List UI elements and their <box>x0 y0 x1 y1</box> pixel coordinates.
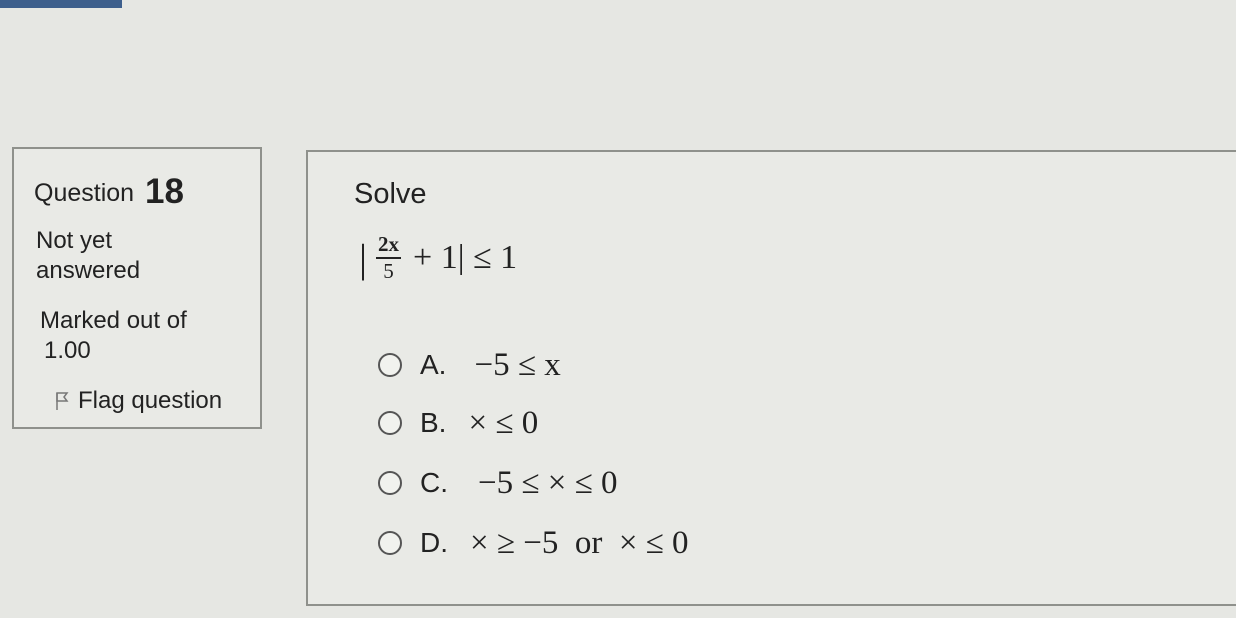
option-c[interactable]: C. −5 ≤ × ≤ 0 <box>378 463 617 503</box>
option-c-letter: C. <box>420 467 448 498</box>
marks-line-1: Marked out of <box>40 307 187 334</box>
option-b-radio[interactable] <box>378 411 402 435</box>
option-a-text: −5 ≤ x <box>474 346 561 383</box>
equation-fraction: 2x 5 <box>376 234 402 283</box>
option-b-text: × ≤ 0 <box>468 404 539 441</box>
option-b[interactable]: B. × ≤ 0 <box>378 403 538 443</box>
question-word: Question <box>34 179 135 207</box>
question-content-panel: Solve | 2x 5 + 1| ≤ 1 A. −5 ≤ x B. × ≤ 0… <box>306 150 1236 606</box>
equation-numerator: 2x <box>376 234 402 259</box>
option-a-radio[interactable] <box>378 353 402 377</box>
option-d-text: × ≥ −5 or × ≤ 0 <box>470 524 689 561</box>
question-heading: Question 18 <box>34 172 184 212</box>
option-d-radio[interactable] <box>378 531 402 555</box>
option-d-letter: D. <box>420 527 448 558</box>
option-c-radio[interactable] <box>378 471 402 495</box>
question-number: 18 <box>145 172 184 211</box>
question-prompt: Solve <box>354 178 427 210</box>
question-equation: | 2x 5 + 1| ≤ 1 <box>356 226 517 290</box>
question-info-panel: Question 18 Not yet answered Marked out … <box>12 147 262 429</box>
equation-denominator: 5 <box>383 259 394 283</box>
top-tab-accent <box>0 0 122 8</box>
option-b-letter: B. <box>420 407 447 438</box>
status-line-2: answered <box>36 257 141 284</box>
status-line-1: Not yet <box>36 227 113 254</box>
marks-line-2: 1.00 <box>44 337 91 364</box>
option-a[interactable]: A. −5 ≤ x <box>378 345 561 385</box>
flag-icon <box>56 392 69 410</box>
option-d[interactable]: D. × ≥ −5 or × ≤ 0 <box>378 523 689 563</box>
flag-question-label: Flag question <box>78 387 223 414</box>
option-c-text: −5 ≤ × ≤ 0 <box>478 464 618 501</box>
equation-rest: + 1| ≤ 1 <box>413 239 518 276</box>
equation-left-bar: | <box>359 235 368 281</box>
option-a-letter: A. <box>420 349 447 380</box>
flag-question-link[interactable]: Flag question <box>54 387 222 415</box>
